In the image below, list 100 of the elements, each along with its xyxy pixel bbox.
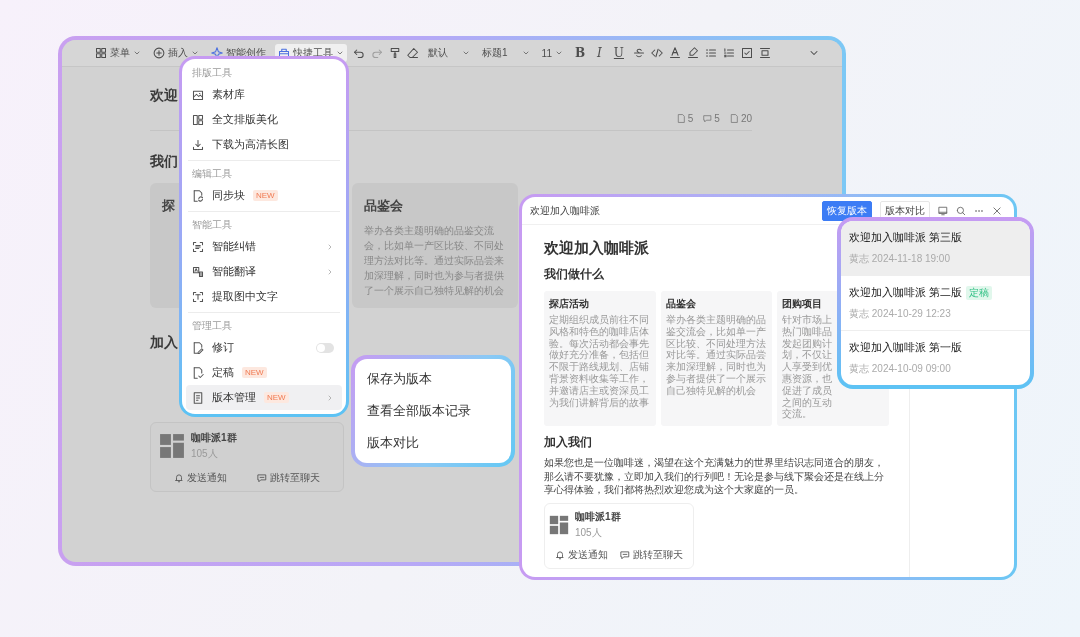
image-stack-icon	[192, 88, 204, 101]
version-meta: 黄志 2024-10-09 09:00	[849, 362, 952, 376]
group-action-button[interactable]: 跳转至聊天	[257, 471, 320, 485]
group-avatar	[549, 514, 569, 535]
paragraph: 如果您也是一位咖啡迷，渴望在这个充满魅力的世界里结识志同道合的朋友，那么请不要犹豫，立即加入我们的行列吧！无论是参与线下聚会还是在线上分享心得体验，我们都将热烈欢迎您成为这个大家庭的一员。	[544, 456, 885, 497]
chevron-right-icon	[326, 393, 334, 402]
font-size-dropdown[interactable]: 11	[538, 45, 566, 61]
stat-count: 20	[729, 113, 752, 124]
download-icon	[192, 138, 204, 151]
text-scan-icon	[192, 290, 204, 303]
grid-icon	[95, 47, 107, 59]
restore-version-button[interactable]: 恢复版本	[822, 200, 872, 221]
menu-item[interactable]: 定稿 NEW	[186, 360, 342, 385]
menu-item[interactable]: 素材库	[186, 82, 342, 107]
menu-button[interactable]: 菜单	[92, 44, 144, 62]
caret-icon	[336, 49, 344, 57]
undo-icon[interactable]	[353, 47, 365, 59]
document-icon	[676, 114, 686, 123]
layout-icon	[192, 113, 204, 126]
insert-block-icon[interactable]	[759, 47, 771, 59]
text-color-icon[interactable]	[669, 47, 681, 59]
insert-button[interactable]: 插入	[150, 44, 202, 62]
close-icon[interactable]	[992, 205, 1002, 216]
document-sync-icon	[192, 189, 204, 202]
version-item[interactable]: 欢迎加入咖啡派 第二版 定稿 黄志 2024-10-29 12:23	[841, 276, 1030, 331]
card-title: 品鉴会	[665, 297, 696, 311]
word-count-icon	[729, 114, 739, 123]
caret-icon	[191, 49, 199, 57]
chevron-right-icon	[326, 267, 334, 276]
menu-item[interactable]: 下载为高清长图	[186, 132, 342, 157]
card-text: 针对市场上热门咖啡品发起团购计划，不仅让人享受到优惠资源，也促进了成员之间的互动交流。	[782, 314, 833, 421]
new-badge: NEW	[253, 190, 278, 201]
eraser-icon[interactable]	[407, 47, 419, 59]
group-action-button[interactable]: 发送通知	[174, 471, 227, 485]
card-title: 探店活动	[549, 297, 589, 311]
section-heading: 我们做什么	[544, 266, 605, 283]
document-list-icon	[192, 391, 204, 404]
menu-item[interactable]: 提取图中文字	[186, 284, 342, 309]
final-badge: 定稿	[966, 285, 993, 300]
caret-icon	[521, 49, 530, 57]
menu-item[interactable]: 版本管理 NEW	[186, 385, 342, 410]
bell-icon	[174, 473, 184, 483]
version-title: 欢迎加入咖啡派 第二版	[849, 285, 963, 300]
section-heading: 加入我们	[544, 434, 593, 452]
submenu-item[interactable]: 查看全部版本记录	[361, 395, 505, 427]
chat-icon	[620, 549, 630, 560]
menu-section-title: 编辑工具	[191, 167, 233, 181]
format-button[interactable]: U	[610, 44, 627, 62]
highlighter-icon[interactable]	[687, 47, 699, 59]
group-action-button[interactable]: 跳转至聊天	[620, 547, 683, 562]
version-meta: 黄志 2024-10-29 12:23	[849, 307, 952, 321]
comment-icon	[703, 114, 713, 123]
bell-icon	[555, 549, 565, 560]
format-button[interactable]: B	[571, 44, 589, 62]
menu-item[interactable]: 智能纠错	[186, 234, 342, 259]
document-title: 欢迎	[150, 87, 178, 105]
section-heading: 加入	[150, 334, 178, 352]
checkbox-icon[interactable]	[741, 47, 753, 59]
menu-item[interactable]: 全文排版美化	[186, 107, 342, 132]
document-edit-icon	[192, 341, 204, 354]
group-name: 咖啡派1群	[575, 509, 621, 524]
heading-dropdown[interactable]: 标题1	[479, 44, 533, 62]
card-title: 品鉴会	[364, 197, 403, 215]
format-button[interactable]: I	[594, 44, 605, 62]
menu-item[interactable]: 同步块 NEW	[186, 183, 342, 208]
group-avatar	[159, 433, 185, 459]
strikethrough-icon[interactable]	[633, 47, 645, 59]
card-title: 探	[162, 197, 175, 215]
search-icon[interactable]	[956, 205, 966, 216]
translate-icon	[192, 265, 204, 278]
version-title: 欢迎加入咖啡派 第三版	[849, 230, 963, 245]
new-badge: NEW	[242, 367, 267, 378]
code-icon[interactable]	[651, 47, 663, 59]
numbered-list-icon[interactable]	[723, 47, 735, 59]
caret-icon	[554, 49, 563, 57]
monitor-icon[interactable]	[938, 205, 948, 216]
version-item[interactable]: 欢迎加入咖啡派 第一版 黄志 2024-10-09 09:00	[841, 331, 1030, 385]
toggle-switch[interactable]	[316, 342, 334, 353]
submenu-item[interactable]: 保存为版本	[361, 363, 505, 395]
stat-count: 5	[676, 113, 694, 124]
section-heading: 我们	[150, 153, 178, 171]
card-title: 团购项目	[782, 297, 823, 311]
bulleted-list-icon[interactable]	[705, 47, 717, 59]
menu-item[interactable]: 智能翻译	[186, 259, 342, 284]
group-action-button[interactable]: 发送通知	[555, 547, 608, 562]
document-check-icon	[192, 366, 204, 379]
submenu-item[interactable]: 版本对比	[361, 427, 505, 459]
new-badge: NEW	[264, 392, 289, 403]
menu-section-title: 智能工具	[191, 218, 233, 232]
caret-icon	[462, 49, 470, 57]
sparkle-icon	[211, 47, 223, 59]
version-title: 欢迎加入咖啡派 第一版	[849, 340, 963, 355]
card-text: 定期组织成员前往不同风格和特色的咖啡店体验。每次活动都会事先做好充分准备，包括但不限于路线规划、店铺背景资料收集等工作，并邀请店主或资深员工为我们讲解背后的故事	[549, 314, 650, 409]
member-count: 105人	[575, 525, 603, 540]
window-title: 欢迎加入咖啡派	[530, 203, 600, 218]
menu-item[interactable]: 修订	[186, 335, 342, 360]
format-painter-icon[interactable]	[389, 47, 401, 59]
font-style-dropdown[interactable]: 默认	[425, 44, 473, 62]
chevron-right-icon	[326, 242, 334, 251]
caret-icon	[133, 49, 141, 57]
